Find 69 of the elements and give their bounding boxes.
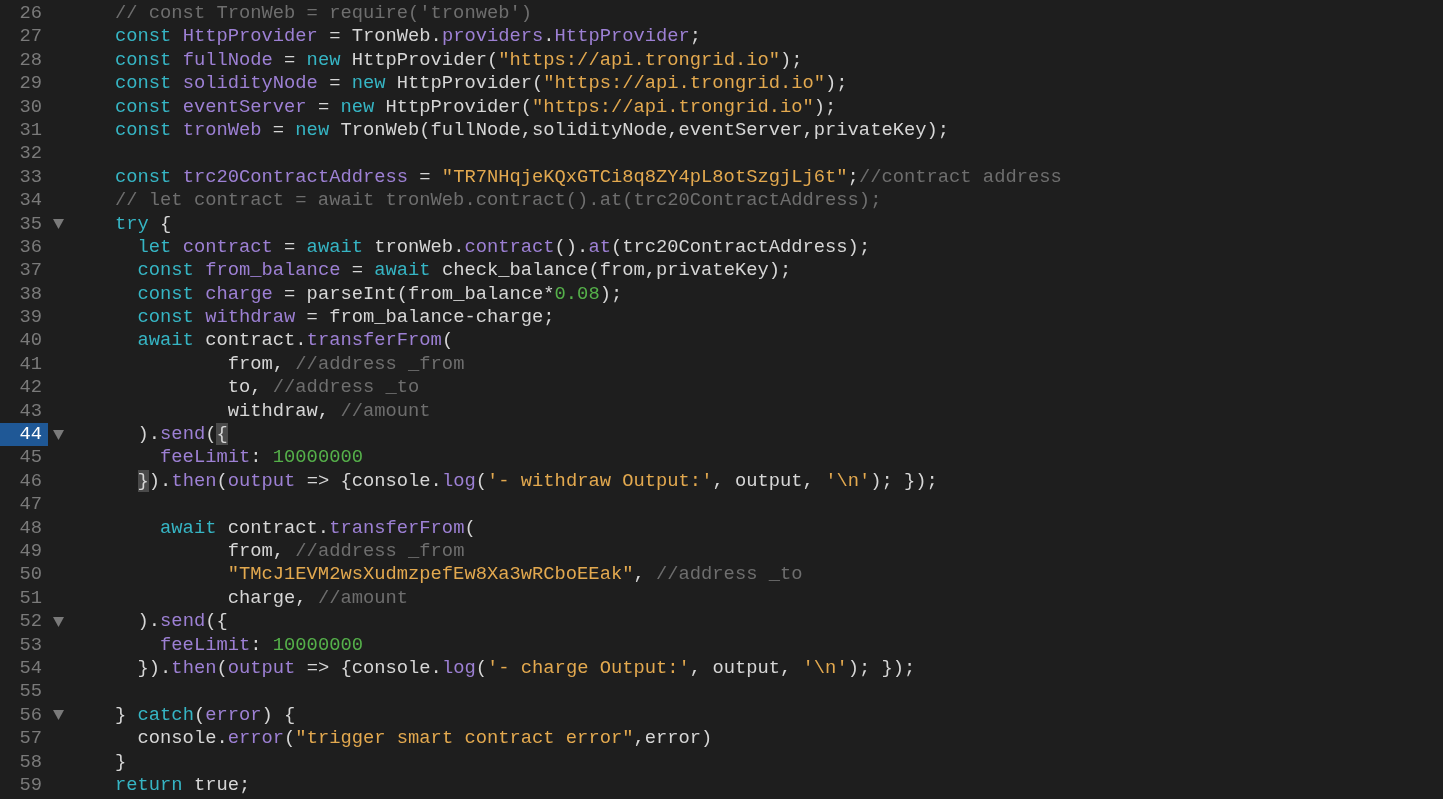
code-line: charge, //amount — [226, 586, 410, 611]
code-line: const solidityNode = new HttpProvider("https://api.trongrid.io"); — [115, 72, 849, 96]
code-line: const eventServer = new HttpProvider("https://api.trongrid.io"); — [115, 95, 838, 119]
line-number: 53 — [18, 633, 43, 657]
line-number: 51 — [18, 586, 43, 611]
fold-arrow-icon[interactable] — [52, 429, 64, 440]
line-number: 42 — [18, 376, 43, 400]
line-number: 39 — [18, 306, 43, 330]
fold-arrow-icon[interactable] — [52, 219, 64, 230]
line-number: 55 — [18, 680, 43, 704]
code-line: "TMcJ1EVM2wsXudmzpefEw8Xa3wRCboEEak", //address _to — [226, 563, 804, 587]
line-number: 54 — [18, 656, 43, 681]
code-line: const fullNode = new HttpProvider("https://api.trongrid.io"); — [115, 48, 804, 73]
code-line: const charge = parseInt(from_balance*0.08); — [136, 282, 624, 307]
code-line: await contract.transferFrom( — [159, 516, 477, 540]
code-line: // let contract = await tronWeb.contract().at(trc20ContractAddress); — [115, 189, 883, 213]
line-number: 35 — [18, 212, 43, 236]
line-number: 57 — [18, 727, 43, 751]
code-line: const trc20ContractAddress = "TR7NHqjeKQxGTCi8q8ZY4pL8otSzgjLj6t";//contract address — [115, 165, 1063, 190]
code-line: let contract = await tronWeb.contract().at(trc20ContractAddress); — [136, 235, 872, 260]
code-line: const tronWeb = new TronWeb(fullNode,solidityNode,eventServer,privateKey); — [115, 118, 951, 143]
line-number: 38 — [18, 282, 43, 307]
line-number: 27 — [18, 25, 43, 49]
code-line: } — [115, 750, 128, 774]
line-number: 28 — [18, 48, 43, 73]
code-line: feeLimit: 10000000 — [159, 633, 364, 657]
line-number: 44 — [0, 423, 48, 447]
line-number: 48 — [18, 516, 43, 540]
line-number: 43 — [18, 399, 43, 424]
code-line: } catch(error) { — [115, 703, 297, 728]
code-line: const HttpProvider = TronWeb.providers.HttpProvider; — [115, 25, 703, 49]
line-number: 37 — [18, 259, 43, 283]
line-number: 46 — [18, 469, 43, 494]
line-number: 29 — [18, 72, 43, 96]
code-line: to, //address _to — [226, 376, 421, 400]
code-line: return true; — [115, 773, 252, 798]
code-line: await contract.transferFrom( — [136, 329, 455, 353]
fold-arrow-icon[interactable] — [52, 710, 64, 721]
code-line: feeLimit: 10000000 — [159, 446, 364, 470]
code-line: const from_balance = await check_balance(from,privateKey); — [136, 259, 793, 283]
line-number: 58 — [18, 750, 43, 774]
line-number: 49 — [18, 540, 43, 564]
code-line: console.error("trigger smart contract error",error) — [136, 727, 714, 751]
line-number: 47 — [18, 493, 43, 517]
code-line: ).send({ — [136, 610, 229, 634]
line-number: 52 — [18, 610, 43, 634]
code-line: withdraw, //amount — [226, 399, 432, 424]
line-number: 41 — [18, 352, 43, 377]
line-number: 33 — [18, 165, 43, 190]
code-line: }).then(output => {console.log('- withdraw Output:', output, '\n'); }); — [136, 469, 939, 494]
line-number: 32 — [18, 142, 43, 166]
line-number: 30 — [18, 95, 43, 119]
line-number: 26 — [18, 2, 43, 26]
code-line: from, //address _from — [226, 352, 466, 377]
line-number: 56 — [18, 703, 43, 728]
line-number: 45 — [18, 446, 43, 470]
code-line: from, //address _from — [226, 540, 466, 564]
line-number: 36 — [18, 235, 43, 260]
line-number: 59 — [18, 773, 43, 798]
code-line: }).then(output => {console.log('- charge Output:', output, '\n'); }); — [136, 656, 917, 681]
fold-arrow-icon[interactable] — [52, 616, 64, 627]
code-line: const withdraw = from_balance-charge; — [136, 306, 556, 330]
code-line: ).send({ — [136, 423, 229, 447]
code-line: // const TronWeb = require('tronweb') — [115, 2, 533, 26]
line-number: 34 — [18, 189, 43, 213]
code-line: try { — [115, 212, 173, 236]
line-number: 40 — [18, 329, 43, 353]
line-number: 31 — [18, 118, 43, 143]
line-number: 50 — [18, 563, 43, 587]
